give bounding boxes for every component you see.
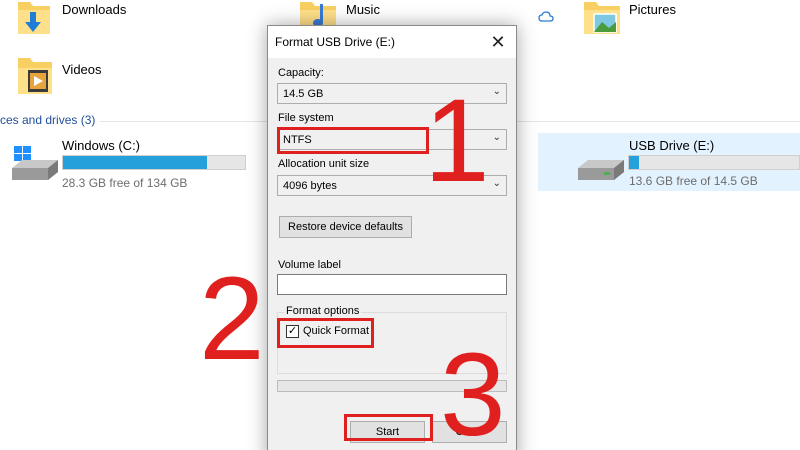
windows-drive-usage-fill [63,156,207,169]
devices-and-drives-header[interactable]: ces and drives (3) [0,113,95,127]
allocation-unit-value: 4096 bytes [283,180,337,192]
music-folder-label[interactable]: Music [346,2,380,17]
capacity-value: 14.5 GB [283,88,324,100]
pictures-folder-icon[interactable] [582,0,622,43]
usb-drive-icon[interactable] [576,154,626,191]
file-system-label: File system [278,112,334,124]
format-options-label: Format options [284,305,362,317]
chevron-down-icon: ⌄ [492,178,501,189]
start-highlight-box [344,414,433,441]
usb-drive-free-space: 13.6 GB free of 14.5 GB [629,174,758,188]
videos-folder-icon[interactable] [16,56,56,103]
step-1-number: 1 [424,75,490,207]
pictures-folder-label[interactable]: Pictures [629,2,676,17]
capacity-label: Capacity: [278,67,324,79]
restore-defaults-button[interactable]: Restore device defaults [279,216,412,238]
windows-drive-usage-bar [62,155,246,170]
allocation-unit-label: Allocation unit size [278,158,370,170]
downloads-folder-label[interactable]: Downloads [62,2,126,17]
volume-label-label: Volume label [278,259,341,271]
usb-drive-usage-fill [629,156,640,169]
volume-label-input[interactable] [277,274,507,295]
videos-folder-label[interactable]: Videos [62,62,102,77]
windows-drive-free-space: 28.3 GB free of 134 GB [62,176,188,190]
filesystem-highlight-box [277,127,429,154]
dialog-titlebar[interactable]: Format USB Drive (E:) ✕ [268,26,516,58]
downloads-folder-icon[interactable] [16,0,52,43]
step-3-number: 3 [440,329,506,450]
close-icon[interactable]: ✕ [486,30,510,54]
step-2-number: 2 [199,253,265,385]
chevron-down-icon: ⌄ [492,86,501,97]
cloud-icon [538,10,554,28]
usb-drive-name[interactable]: USB Drive (E:) [629,138,714,153]
quick-format-highlight-box [277,318,374,348]
dialog-title: Format USB Drive (E:) [275,35,396,49]
windows-drive-icon[interactable] [10,146,60,189]
chevron-down-icon: ⌄ [492,132,501,143]
usb-drive-usage-bar [628,155,800,170]
windows-drive-name[interactable]: Windows (C:) [62,138,140,153]
